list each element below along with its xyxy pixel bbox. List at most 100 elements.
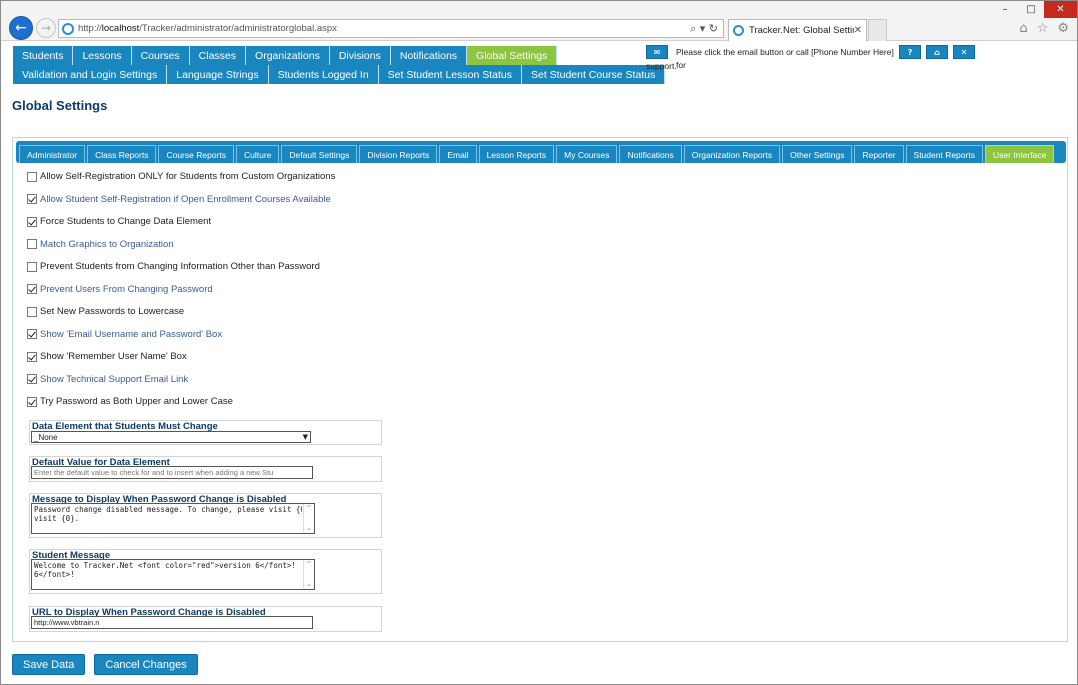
tab-student-reports[interactable]: Student Reports <box>905 145 983 163</box>
favorites-star-icon[interactable]: ☆ <box>1037 21 1049 36</box>
textarea-line: visit {0}. <box>34 514 80 523</box>
option-show-email-username-and-password-box[interactable]: Show 'Email Username and Password' Box <box>27 329 222 340</box>
checkbox[interactable] <box>27 216 37 227</box>
home-icon[interactable]: ⌂ <box>1019 21 1027 36</box>
nav-item-students[interactable]: Students <box>13 46 74 65</box>
tab-administrator[interactable]: Administrator <box>19 145 86 163</box>
tab-email[interactable]: Email <box>439 145 477 163</box>
option-allow-self-registration-only-for-students-from-custom-organizations[interactable]: Allow Self-Registration ONLY for Student… <box>27 171 335 182</box>
nav-item-lessons[interactable]: Lessons <box>73 46 132 65</box>
chevron-down-icon: ▼ <box>302 433 308 441</box>
tab-my-courses[interactable]: My Courses <box>556 145 618 163</box>
chevron-down-icon[interactable]: ⌄ <box>306 524 312 533</box>
save-data-button[interactable]: Save Data <box>12 654 86 675</box>
checkbox[interactable] <box>27 261 37 272</box>
checkbox[interactable] <box>27 351 37 362</box>
option-label: Show 'Email Username and Password' Box <box>40 328 223 340</box>
default-value-field: Default Value for Data Element Enter the… <box>29 456 382 482</box>
data-element-select[interactable]: _None ▼ <box>31 431 311 443</box>
pw-disabled-url-input[interactable]: http://www.vbtrain.n <box>31 616 313 629</box>
browser-tab[interactable]: Tracker.Net: Global Settings ✕ <box>728 19 867 41</box>
back-arrow-icon[interactable]: ← <box>9 16 33 40</box>
checkbox[interactable] <box>27 306 37 317</box>
tab-organization-reports[interactable]: Organization Reports <box>683 145 781 163</box>
forward-arrow-icon[interactable]: → <box>36 18 56 38</box>
logout-button[interactable]: ✕ <box>953 45 975 59</box>
minimize-icon[interactable]: – <box>992 1 1018 18</box>
window-close-icon[interactable]: ✕ <box>1044 1 1077 18</box>
tab-division-reports[interactable]: Division Reports <box>359 145 438 163</box>
main-nav-row-2: Validation and Login Settings Language St… <box>13 65 666 84</box>
option-label: Force Students to Change Data Element <box>40 216 212 227</box>
chevron-up-icon[interactable]: ⌃ <box>306 560 312 569</box>
pw-disabled-url-field: URL to Display When Password Change is D… <box>29 606 382 632</box>
checkbox[interactable] <box>27 171 37 182</box>
address-bar[interactable]: http://localhost/Tracker/administrator/a… <box>58 19 724 38</box>
tab-notifications[interactable]: Notifications <box>619 145 682 163</box>
tab-title: Tracker.Net: Global Settings <box>749 25 854 36</box>
nav-item-set-student-lesson-status[interactable]: Set Student Lesson Status <box>378 65 522 84</box>
email-support-button[interactable]: ✉ <box>646 45 668 59</box>
chevron-down-icon[interactable]: ⌄ <box>306 580 312 589</box>
tab-class-reports[interactable]: Class Reports <box>87 145 157 163</box>
option-force-students-to-change-data-element[interactable]: Force Students to Change Data Element <box>27 216 211 227</box>
home-button[interactable]: ⌂ <box>926 45 948 59</box>
option-show-technical-support-email-link[interactable]: Show Technical Support Email Link <box>27 374 188 385</box>
nav-item-divisions[interactable]: Divisions <box>329 46 391 65</box>
tab-user-interface[interactable]: User Interface <box>984 145 1055 163</box>
envelope-icon: ✉ <box>653 47 661 57</box>
option-label: Allow Self-Registration ONLY for Student… <box>40 171 336 182</box>
option-show-remember-user-name-box[interactable]: Show 'Remember User Name' Box <box>27 351 187 362</box>
tab-course-reports[interactable]: Course Reports <box>158 145 234 163</box>
nav-item-language-strings[interactable]: Language Strings <box>167 65 269 84</box>
nav-item-global-settings[interactable]: Global Settings <box>467 46 558 65</box>
tab-lesson-reports[interactable]: Lesson Reports <box>478 145 555 163</box>
option-prevent-users-from-changing-password[interactable]: Prevent Users From Changing Password <box>27 284 213 295</box>
checkbox[interactable] <box>27 329 37 339</box>
textarea-scrollbar[interactable]: ⌃ ⌄ <box>303 504 314 533</box>
option-label: Try Password as Both Upper and Lower Cas… <box>40 396 233 407</box>
checkbox[interactable] <box>27 374 37 384</box>
checkbox[interactable] <box>27 284 37 294</box>
nav-item-organizations[interactable]: Organizations <box>246 46 330 65</box>
browser-chrome: ← → http://localhost/Tracker/administrat… <box>1 1 1077 41</box>
url-text[interactable]: http://localhost/Tracker/administrator/a… <box>78 23 690 34</box>
maximize-icon[interactable]: □ <box>1018 1 1044 18</box>
student-message-field: Student Message Welcome to Tracker.Net <… <box>29 549 382 594</box>
option-prevent-students-from-changing-information-other-than-password[interactable]: Prevent Students from Changing Informati… <box>27 261 320 272</box>
new-tab-button[interactable] <box>868 19 887 41</box>
option-try-password-as-both-upper-and-lower-case[interactable]: Try Password as Both Upper and Lower Cas… <box>27 396 233 407</box>
help-button[interactable]: ? <box>899 45 921 59</box>
checkbox[interactable] <box>27 239 37 249</box>
cancel-changes-button[interactable]: Cancel Changes <box>94 654 198 675</box>
textarea-scrollbar[interactable]: ⌃ ⌄ <box>303 560 314 589</box>
tab-reporter[interactable]: Reporter <box>854 145 904 163</box>
option-match-graphics-to-organization[interactable]: Match Graphics to Organization <box>27 239 174 250</box>
page-title: Global Settings <box>12 98 108 113</box>
default-value-input[interactable]: Enter the default value to check for and… <box>31 466 313 479</box>
nav-item-classes[interactable]: Classes <box>189 46 247 65</box>
checkbox[interactable] <box>27 396 37 407</box>
option-label: Prevent Students from Changing Informati… <box>40 261 320 272</box>
nav-item-students-logged-in[interactable]: Students Logged In <box>268 65 379 84</box>
nav-item-validation-and-login-settings[interactable]: Validation and Login Settings <box>13 65 168 84</box>
tab-other-settings[interactable]: Other Settings <box>782 145 853 163</box>
form-actions: Save Data Cancel Changes <box>12 654 198 675</box>
tab-default-settings[interactable]: Default Settings <box>281 145 358 163</box>
nav-item-set-student-course-status[interactable]: Set Student Course Status <box>522 65 666 84</box>
search-refresh-icons[interactable]: ⌕ ▾ ↻ <box>690 22 723 36</box>
student-message-textarea[interactable]: Welcome to Tracker.Net <font color="red"… <box>31 559 315 590</box>
ie-page-icon <box>62 22 74 35</box>
option-set-new-passwords-to-lowercase[interactable]: Set New Passwords to Lowercase <box>27 306 184 317</box>
nav-item-notifications[interactable]: Notifications <box>390 46 468 65</box>
settings-gear-icon[interactable]: ⚙ <box>1057 21 1069 36</box>
question-icon: ? <box>907 47 913 57</box>
nav-item-courses[interactable]: Courses <box>131 46 190 65</box>
checkbox[interactable] <box>27 194 37 204</box>
tab-close-icon[interactable]: ✕ <box>854 25 862 36</box>
chevron-up-icon[interactable]: ⌃ <box>306 504 312 513</box>
tab-culture[interactable]: Culture <box>236 145 280 163</box>
pw-disabled-message-textarea[interactable]: Password change disabled message. To cha… <box>31 503 315 534</box>
option-allow-student-self-registration-if-open-enrollment-courses-available[interactable]: Allow Student Self-Registration if Open … <box>27 194 331 205</box>
textarea-line: Welcome to Tracker.Net <font color="red"… <box>34 561 296 570</box>
